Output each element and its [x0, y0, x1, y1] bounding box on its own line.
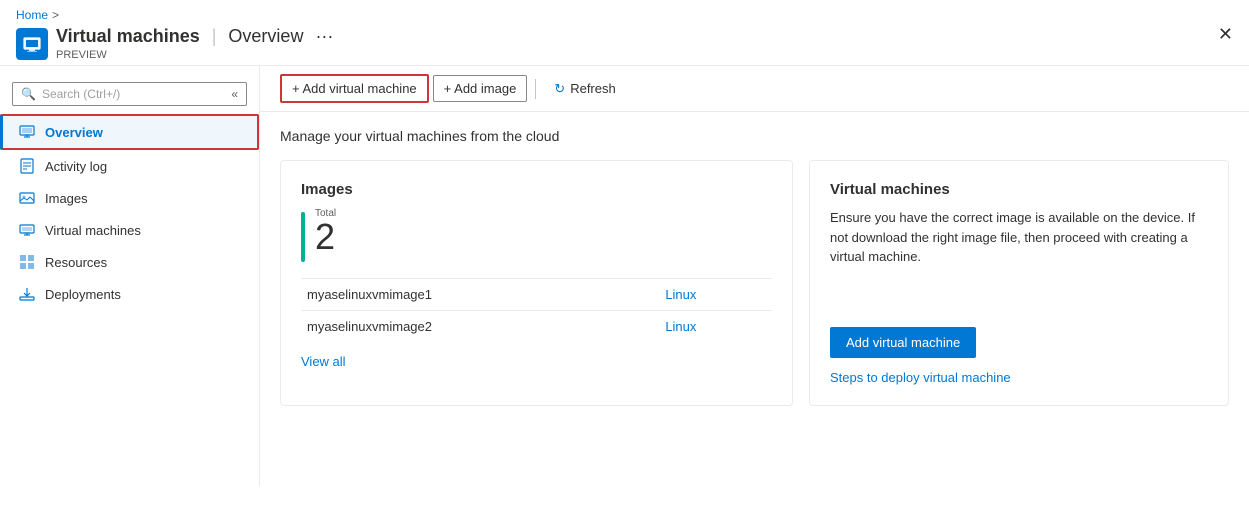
images-count: Total 2	[301, 208, 772, 262]
refresh-label: Refresh	[570, 81, 616, 96]
content-body: Manage your virtual machines from the cl…	[260, 112, 1249, 422]
cards-row: Images Total 2 myaselinuxvmimage1 Linux	[280, 160, 1229, 406]
more-options-icon[interactable]: ···	[315, 26, 333, 47]
refresh-button[interactable]: ↻ Refresh	[544, 76, 625, 102]
activity-log-icon	[19, 158, 35, 174]
breadcrumb: Home >	[16, 8, 333, 22]
add-virtual-machine-button[interactable]: + Add virtual machine	[280, 74, 429, 103]
top-bar: Home > Virtual machines | Overview ···	[0, 0, 1249, 66]
vm-description: Ensure you have the correct image is ava…	[830, 208, 1208, 267]
teal-bar	[301, 212, 305, 262]
sidebar: 🔍 Search (Ctrl+/) « Overview	[0, 66, 260, 486]
search-icon: 🔍	[21, 87, 36, 101]
title-divider: |	[212, 26, 217, 47]
sidebar-item-images-label: Images	[45, 191, 88, 206]
page-title: Virtual machines	[56, 26, 200, 47]
toolbar-divider	[535, 79, 536, 99]
sidebar-item-resources[interactable]: Resources	[0, 246, 259, 278]
deployments-icon	[19, 286, 35, 302]
images-icon	[19, 190, 35, 206]
page-subtitle: Overview	[228, 26, 303, 47]
main-content: + Add virtual machine + Add image ↻ Refr…	[260, 66, 1249, 486]
add-vm-card-button[interactable]: Add virtual machine	[830, 327, 976, 358]
breadcrumb-separator: >	[52, 8, 59, 22]
collapse-icon[interactable]: «	[231, 87, 238, 101]
vm-card-title: Virtual machines	[830, 181, 1208, 198]
images-card-title: Images	[301, 181, 772, 198]
sidebar-item-virtual-machines-label: Virtual machines	[45, 223, 141, 238]
search-placeholder: Search (Ctrl+/)	[42, 87, 120, 101]
image-name-1: myaselinuxvmimage1	[301, 279, 659, 311]
search-box[interactable]: 🔍 Search (Ctrl+/) «	[12, 82, 247, 106]
sidebar-item-activity-log-label: Activity log	[45, 159, 107, 174]
steps-link[interactable]: Steps to deploy virtual machine	[830, 370, 1011, 385]
sidebar-item-virtual-machines[interactable]: Virtual machines	[0, 214, 259, 246]
sidebar-item-overview-label: Overview	[45, 125, 103, 140]
image-name-2: myaselinuxvmimage2	[301, 311, 659, 343]
sidebar-item-deployments-label: Deployments	[45, 287, 121, 302]
refresh-icon: ↻	[554, 81, 565, 97]
sidebar-item-overview[interactable]: Overview	[0, 114, 259, 150]
virtual-machines-icon	[19, 222, 35, 238]
table-row: myaselinuxvmimage2 Linux	[301, 311, 772, 343]
sidebar-item-deployments[interactable]: Deployments	[0, 278, 259, 310]
vm-card: Virtual machines Ensure you have the cor…	[809, 160, 1229, 406]
toolbar: + Add virtual machine + Add image ↻ Refr…	[260, 66, 1249, 112]
view-all-link[interactable]: View all	[301, 354, 346, 369]
close-button[interactable]: ✕	[1218, 24, 1233, 45]
overview-icon	[19, 124, 35, 140]
images-count-number: 2	[315, 219, 336, 255]
title-row: Virtual machines | Overview ··· PREVIEW	[16, 26, 333, 61]
title-group: Virtual machines | Overview ··· PREVIEW	[56, 26, 333, 61]
preview-label: PREVIEW	[56, 49, 333, 61]
image-type-1[interactable]: Linux	[659, 279, 772, 311]
table-row: myaselinuxvmimage1 Linux	[301, 279, 772, 311]
sidebar-item-resources-label: Resources	[45, 255, 107, 270]
main-layout: 🔍 Search (Ctrl+/) « Overview	[0, 66, 1249, 486]
breadcrumb-home[interactable]: Home	[16, 8, 48, 22]
sidebar-item-images[interactable]: Images	[0, 182, 259, 214]
images-card: Images Total 2 myaselinuxvmimage1 Linux	[280, 160, 793, 406]
image-type-2[interactable]: Linux	[659, 311, 772, 343]
add-image-button[interactable]: + Add image	[433, 75, 528, 102]
count-group: Total 2	[315, 208, 336, 255]
images-table: myaselinuxvmimage1 Linux myaselinuxvmima…	[301, 278, 772, 342]
section-title: Manage your virtual machines from the cl…	[280, 128, 1229, 144]
sidebar-item-activity-log[interactable]: Activity log	[0, 150, 259, 182]
resources-icon	[19, 254, 35, 270]
vm-icon	[16, 28, 48, 60]
